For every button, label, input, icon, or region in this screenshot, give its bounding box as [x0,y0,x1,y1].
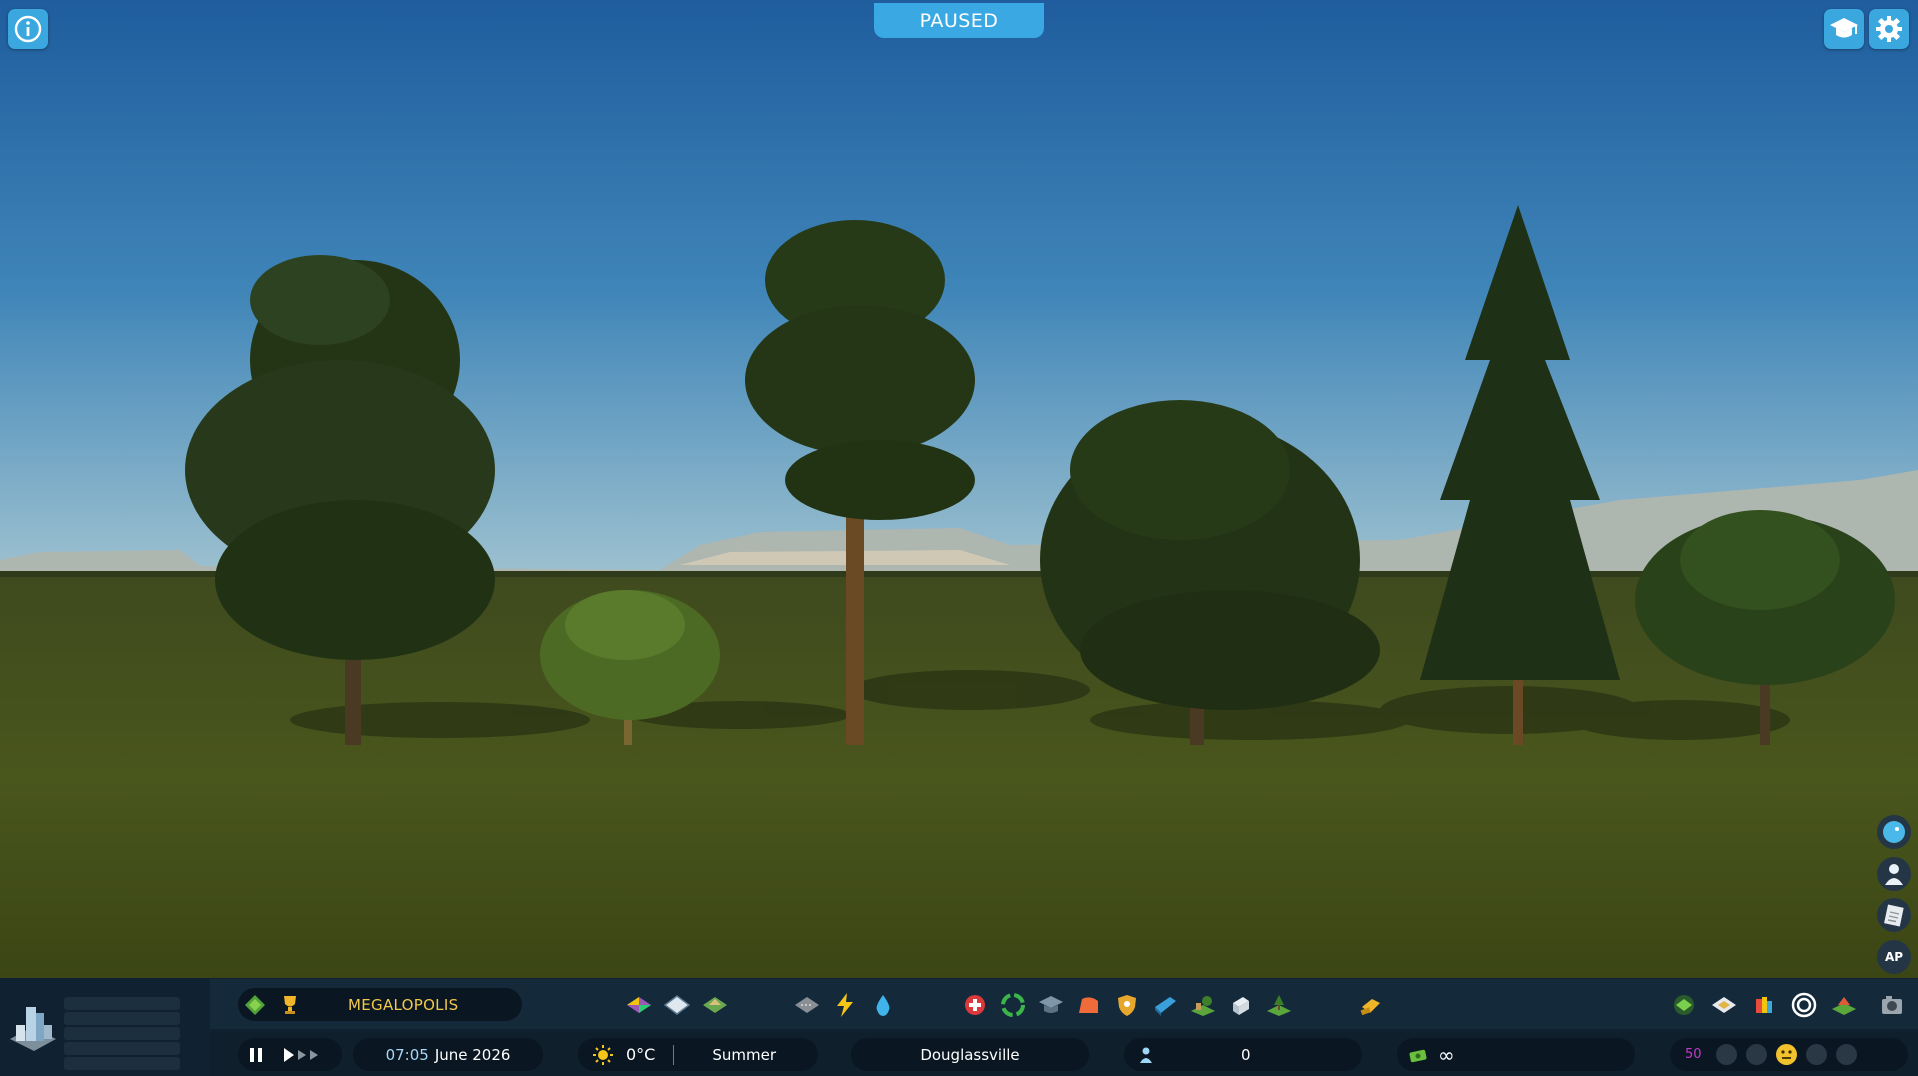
happiness-pill[interactable]: 50 [1670,1038,1908,1071]
info-bar-3 [64,1027,180,1040]
bulldozer-icon[interactable] [1355,989,1387,1021]
happiness-value: 50 [1685,1047,1702,1062]
info-bar-2 [64,1012,180,1025]
pause-button[interactable] [249,1047,263,1063]
fire-icon[interactable] [1073,989,1105,1021]
city-info-view-icon[interactable] [6,995,60,1055]
tutorial-button[interactable] [1824,9,1864,49]
datetime-pill[interactable]: 07:05 June 2026 [353,1038,543,1071]
population-pill[interactable]: 0 [1124,1038,1362,1071]
police-icon[interactable] [1111,989,1143,1021]
education-icon[interactable] [1035,989,1067,1021]
zoning-icon[interactable] [623,989,655,1021]
info-bar-1 [64,997,180,1010]
park-areas-icon[interactable] [1828,989,1860,1021]
sun-icon [592,1044,614,1066]
info-bar-4 [64,1042,180,1055]
trophy-icon [279,993,301,1017]
policies-icon[interactable] [1748,989,1780,1021]
season-label: Summer [712,1045,777,1064]
mood-happy-icon [1805,1044,1827,1065]
mood-neutral-icon [1775,1044,1797,1065]
districts-icon[interactable] [661,989,693,1021]
roads-icon[interactable] [791,989,823,1021]
healthcare-icon[interactable] [959,989,991,1021]
milestone-pill[interactable]: MEGALOPOLIS [238,988,522,1021]
weather-pill[interactable]: 0°C Summer [578,1038,818,1071]
map-icon [243,993,267,1017]
speed-controls [238,1038,342,1071]
notes-icon [1884,904,1904,927]
mood-very-happy-icon [1835,1044,1857,1065]
camera-icon[interactable] [1876,989,1908,1021]
population-icon [1139,1046,1153,1064]
landscape-trees-icon[interactable] [1263,989,1295,1021]
chirper-icon [1883,821,1905,843]
money-label: ∞ [1438,1042,1455,1067]
budget-icon[interactable] [1708,989,1740,1021]
date-label: June 2026 [434,1045,511,1064]
money-pill[interactable]: ∞ [1397,1038,1635,1071]
info-icon [14,15,42,43]
info-button[interactable] [8,9,48,49]
chirper-button[interactable] [1877,815,1911,849]
info-bar-5 [64,1057,180,1070]
ap-button[interactable]: AP [1877,940,1911,974]
weather-divider [673,1044,675,1065]
water-icon[interactable] [867,989,899,1021]
electricity-icon[interactable] [829,989,861,1021]
cash-icon [1408,1047,1430,1063]
speed-button[interactable] [283,1047,327,1063]
fast-forward-icon [284,1047,318,1062]
settings-button[interactable] [1869,9,1909,49]
landscaping-icon[interactable] [699,989,731,1021]
game-viewport[interactable] [0,0,1918,1076]
money-icon[interactable] [1668,989,1700,1021]
garbage-icon[interactable] [997,989,1029,1021]
parks-icon[interactable] [1187,989,1219,1021]
graduation-cap-icon [1830,18,1858,38]
city-name-pill[interactable]: Douglassville [851,1038,1089,1071]
city-name-label: Douglassville [920,1045,1020,1064]
unique-buildings-icon[interactable] [1225,989,1257,1021]
milestone-label: MEGALOPOLIS [348,995,459,1014]
time-label: 07:05 [385,1045,429,1064]
ap-label: AP [1884,950,1904,964]
target-icon[interactable] [1788,989,1820,1021]
notes-button[interactable] [1877,898,1911,932]
citizen-button[interactable] [1877,857,1911,891]
mood-unhappy-icon [1745,1044,1767,1065]
paused-banner[interactable]: PAUSED [874,3,1044,38]
citizen-icon [1885,864,1903,885]
pause-icon [250,1047,262,1062]
transport-icon[interactable] [1149,989,1181,1021]
gear-icon [1876,16,1902,42]
temperature-label: 0°C [626,1045,656,1064]
population-label: 0 [1241,1045,1251,1064]
mood-very-unhappy-icon [1715,1044,1737,1065]
